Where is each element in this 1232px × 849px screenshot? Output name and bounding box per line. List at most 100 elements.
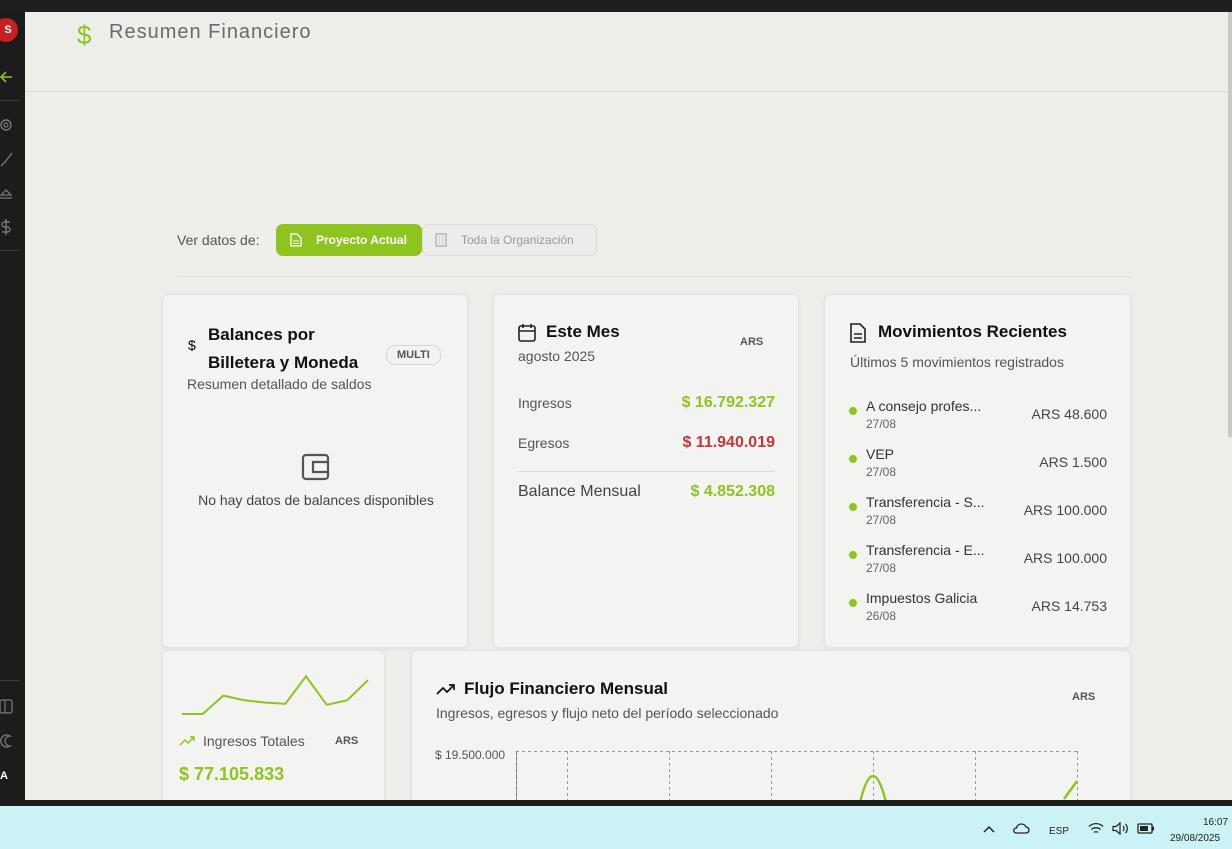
volume-icon[interactable]	[1112, 822, 1130, 835]
movement-date: 27/08	[866, 417, 897, 431]
movement-amount: ARS 48.600	[1031, 406, 1108, 422]
total-income-value: $ 77.105.833	[179, 764, 285, 784]
scrollbar-thumb[interactable]	[1228, 12, 1232, 437]
total-income-card: Ingresos Totales ARS $ 77.105.833	[162, 650, 385, 800]
dollar-icon: $	[77, 20, 92, 50]
vertical-scrollbar[interactable]	[1228, 12, 1232, 800]
total-income-currency: ARS	[335, 735, 359, 747]
movement-amount: ARS 100.000	[1023, 502, 1107, 518]
gear-icon[interactable]	[0, 116, 14, 134]
cloud-icon[interactable]	[1012, 822, 1030, 834]
chevron-up-icon[interactable]	[983, 825, 995, 833]
building-icon[interactable]	[0, 184, 14, 202]
y-axis-tick: $ 19.500.000	[435, 748, 506, 762]
balances-title-line1: Balances por	[208, 325, 315, 344]
clock-time[interactable]: 16:07	[1203, 817, 1228, 828]
movements-subtitle: Últimos 5 movimientos registrados	[850, 354, 1064, 370]
back-arrow-icon[interactable]	[0, 68, 14, 86]
movement-amount: ARS 1.500	[1039, 454, 1107, 470]
status-dot	[849, 407, 857, 415]
dollar-icon[interactable]	[0, 218, 14, 236]
movement-item[interactable]: VEP 27/08 ARS 1.500	[849, 446, 1107, 486]
expense-row: Egresos $ 11.940.019	[518, 434, 775, 452]
multi-badge: MULTI	[386, 345, 441, 365]
balance-label: Balance Mensual	[518, 483, 641, 500]
left-rail: S A	[0, 12, 25, 800]
battery-icon[interactable]	[1137, 822, 1155, 834]
rail-divider	[0, 100, 20, 101]
movements-card: Movimientos Recientes Últimos 5 movimien…	[824, 294, 1131, 648]
balances-title-line2: Billetera y Moneda	[208, 353, 359, 372]
page-title: Resumen Financiero	[109, 21, 312, 43]
movement-item[interactable]: Impuestos Galicia 26/08 ARS 14.753	[849, 590, 1107, 630]
income-label: Ingresos	[518, 395, 572, 411]
movement-amount: ARS 100.000	[1023, 550, 1107, 566]
movement-amount: ARS 14.753	[1031, 598, 1108, 614]
expense-value: $ 11.940.019	[682, 434, 775, 451]
month-period: agosto 2025	[518, 348, 596, 364]
movement-name: Impuestos Galicia	[866, 590, 978, 606]
browser-top-bar	[0, 0, 1232, 12]
rail-divider	[0, 680, 20, 681]
main-content: $ Resumen Financiero Ver datos de: Proye…	[25, 12, 1228, 800]
organization-scope-button[interactable]: Toda la Organización	[422, 224, 597, 256]
dollar-icon: $	[188, 337, 196, 353]
flow-chart-grid	[516, 751, 1079, 800]
balance-row: Balance Mensual $ 4.852.308	[518, 483, 775, 501]
movement-date: 26/08	[866, 609, 897, 623]
balance-value: $ 4.852.308	[690, 483, 775, 500]
month-card: Este Mes agosto 2025 ARS Ingresos $ 16.7…	[493, 294, 799, 648]
balances-empty-message: No hay datos de balances disponibles	[198, 492, 434, 508]
flow-currency-badge: ARS	[1072, 691, 1096, 703]
wifi-icon[interactable]	[1088, 822, 1104, 835]
income-value: $ 16.792.327	[681, 394, 775, 411]
workspace-initial[interactable]: A	[0, 770, 8, 782]
balances-card: $ Balances por Billetera y Moneda MULTI …	[162, 294, 468, 648]
calendar-icon	[518, 324, 536, 342]
movement-date: 27/08	[866, 513, 897, 527]
moon-icon[interactable]	[0, 732, 14, 750]
document-icon	[850, 323, 866, 343]
month-currency-badge: ARS	[740, 336, 764, 348]
status-dot	[849, 551, 857, 559]
flow-subtitle: Ingresos, egresos y flujo neto del perío…	[436, 705, 779, 721]
organization-scope-label: Toda la Organización	[461, 233, 574, 247]
status-dot	[849, 455, 857, 463]
sidebar-toggle-icon[interactable]	[0, 698, 14, 716]
movement-item[interactable]: Transferencia - E... 27/08 ARS 100.000	[849, 542, 1107, 582]
flow-title: Flujo Financiero Mensual	[464, 679, 669, 698]
movement-date: 27/08	[866, 465, 897, 479]
movements-title: Movimientos Recientes	[878, 322, 1067, 341]
income-sparkline	[182, 674, 369, 715]
balances-title: Balances por Billetera y Moneda	[208, 321, 358, 377]
project-scope-label: Proyecto Actual	[316, 233, 407, 247]
clock-date[interactable]: 29/08/2025	[1170, 833, 1220, 844]
movement-name: A consejo profes...	[866, 398, 982, 414]
movement-name: VEP	[866, 446, 895, 462]
brush-icon[interactable]	[0, 150, 14, 168]
movement-name: Transferencia - S...	[866, 494, 985, 510]
os-taskbar: ESP 16:07 29/08/2025	[0, 800, 1232, 849]
movement-item[interactable]: A consejo profes... 27/08 ARS 48.600	[849, 398, 1107, 438]
language-indicator[interactable]: ESP	[1049, 826, 1069, 837]
movement-item[interactable]: Transferencia - S... 27/08 ARS 100.000	[849, 494, 1107, 534]
status-dot	[849, 503, 857, 511]
balances-subtitle: Resumen detallado de saldos	[187, 376, 372, 392]
financial-flow-card: Flujo Financiero Mensual Ingresos, egres…	[411, 650, 1131, 800]
building-icon	[435, 233, 447, 247]
status-dot	[849, 599, 857, 607]
view-scope-row: Ver datos de: Proyecto Actual Toda la Or…	[177, 224, 1131, 277]
document-icon	[290, 233, 302, 247]
project-scope-button[interactable]: Proyecto Actual	[276, 224, 422, 256]
month-title: Este Mes	[546, 322, 620, 341]
user-avatar[interactable]: S	[0, 18, 18, 42]
rail-divider	[0, 250, 20, 251]
view-scope-label: Ver datos de:	[177, 232, 260, 248]
divider	[518, 471, 775, 472]
movement-name: Transferencia - E...	[866, 542, 985, 558]
movement-date: 27/08	[866, 561, 897, 575]
wallet-icon	[301, 453, 330, 481]
trending-up-icon	[179, 736, 195, 746]
total-income-label: Ingresos Totales	[203, 733, 305, 749]
trending-up-icon	[436, 684, 455, 695]
